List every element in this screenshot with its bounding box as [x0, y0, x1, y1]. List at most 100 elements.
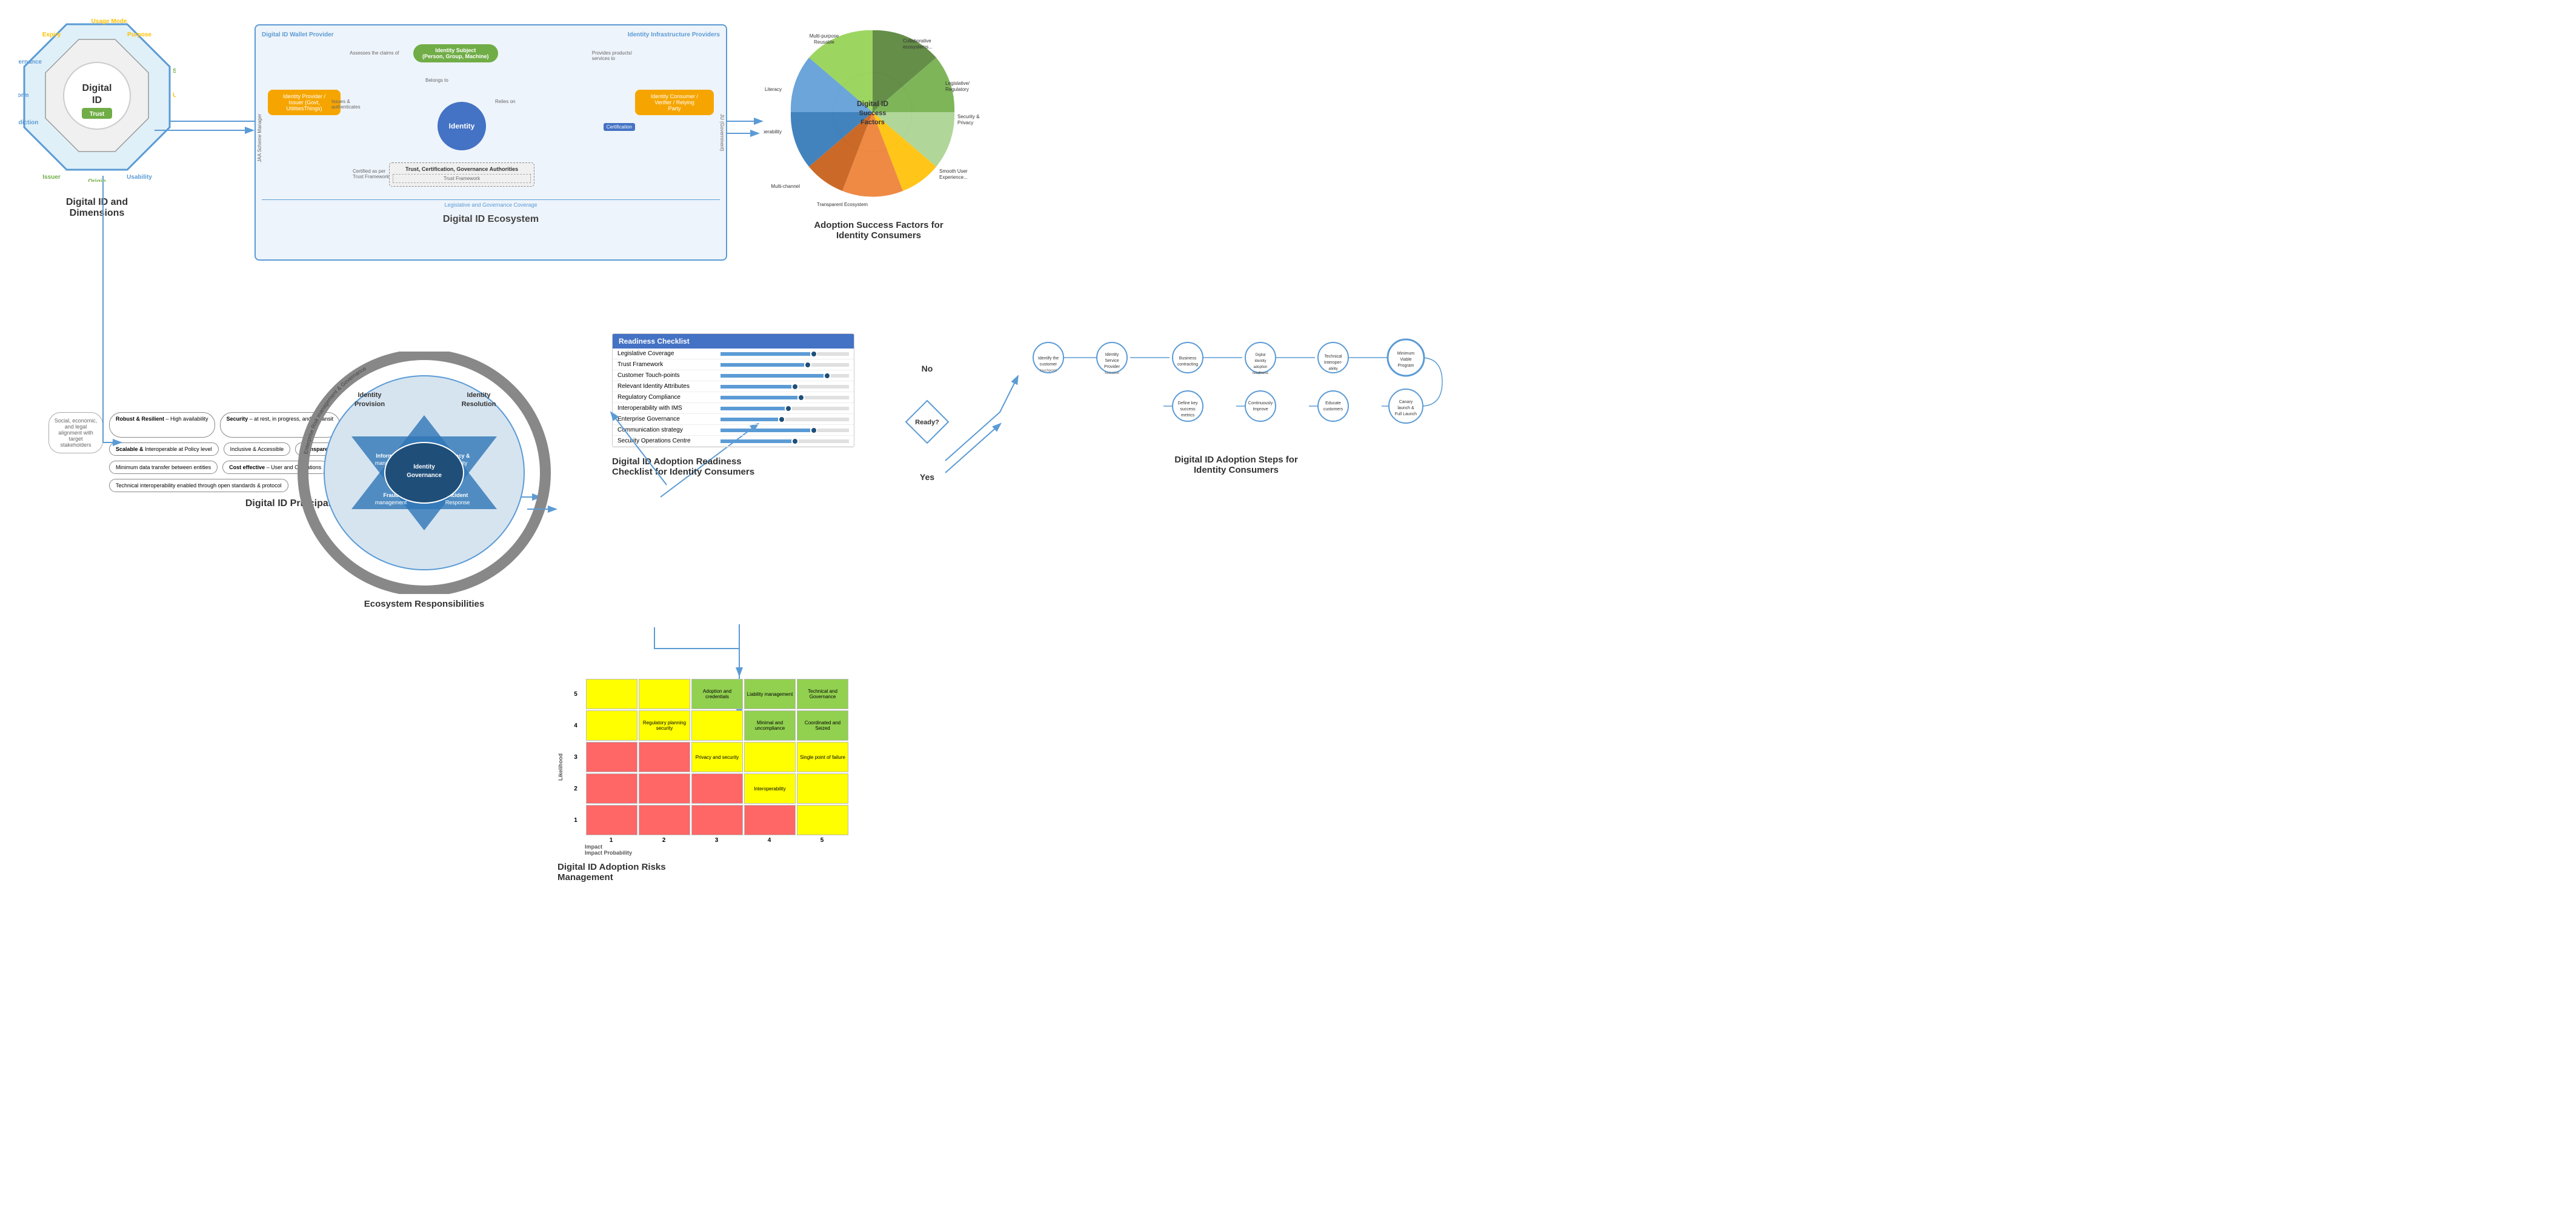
- svg-text:Trust: Trust: [90, 111, 105, 118]
- checklist-attributes: Relevant Identity Attributes: [613, 381, 854, 392]
- svg-text:Business: Business: [1179, 356, 1197, 361]
- cell-5-2: [639, 679, 690, 709]
- svg-text:Jurisdiction: Jurisdiction: [18, 119, 38, 126]
- readiness-section: Readiness Checklist Legislative Coverage…: [612, 333, 903, 477]
- trust-framework-label: Trust Framework: [393, 174, 531, 183]
- svg-text:Factors: Factors: [860, 119, 885, 126]
- probability-label: Impact Probability: [567, 850, 848, 856]
- yes-label: Yes: [920, 472, 934, 482]
- svg-text:Form: Form: [18, 92, 29, 99]
- svg-text:Service: Service: [1105, 359, 1119, 363]
- cell-3-3: Privacy and security: [691, 742, 743, 772]
- infra-provider-label: Identity Infrastructure Providers: [628, 32, 720, 38]
- checklist-governance: Enterprise Governance: [613, 414, 854, 425]
- svg-text:Response: Response: [445, 499, 470, 506]
- ecosystem-resp-section: Enterprise Risk management & Governance …: [297, 352, 551, 612]
- x4: 4: [743, 837, 796, 844]
- svg-text:success: success: [1180, 407, 1196, 412]
- svg-text:Multi-channel: Multi-channel: [771, 184, 800, 189]
- x5: 5: [796, 837, 848, 844]
- cell-4-1: [586, 710, 637, 741]
- svg-text:customer: customer: [1040, 362, 1057, 367]
- cell-1-2: [639, 805, 690, 835]
- cell-2-4: Interoperability: [744, 773, 796, 804]
- risk-matrix-section: Likelihood 5 Adoption and credentials Li…: [557, 679, 848, 883]
- svg-text:contracting: contracting: [1177, 362, 1198, 367]
- adoption-success-section: Digital ID Success Factors Collaborative…: [764, 12, 994, 241]
- y1: 1: [567, 805, 585, 835]
- certification-badge: Certification: [604, 123, 635, 131]
- svg-text:Improve: Improve: [1253, 407, 1268, 412]
- assesses-label: Assesses the claims of: [350, 50, 399, 56]
- no-label: No: [922, 364, 933, 373]
- checklist-compliance: Regulatory Compliance: [613, 392, 854, 403]
- ecosystem-title: Digital ID Ecosystem: [262, 214, 720, 225]
- svg-text:Digital ID: Digital ID: [857, 99, 888, 108]
- identity-consumer: Identity Consumer / Verifier / Relying P…: [635, 90, 714, 115]
- svg-text:readiness: readiness: [1253, 372, 1268, 375]
- cell-2-5: [797, 773, 848, 804]
- svg-text:Inter-operability: Inter-operability: [764, 129, 782, 135]
- adoption-success-title: Adoption Success Factors for Identity Co…: [764, 220, 994, 241]
- y5: 5: [567, 679, 585, 709]
- belongs-label: Belongs to: [425, 78, 448, 83]
- cell-4-4: Minimal and uncompliance: [744, 710, 796, 741]
- identity-center: Identity: [438, 102, 486, 150]
- diagram-container: Digital ID Trust Usage Mode Purpose Expi…: [0, 0, 2576, 1208]
- svg-text:Origin: Origin: [88, 178, 105, 182]
- svg-text:Ready?: Ready?: [915, 419, 939, 426]
- svg-text:Usage Mode: Usage Mode: [92, 18, 127, 25]
- octagon-wrapper: Digital ID Trust Usage Mode Purpose Expi…: [18, 18, 176, 194]
- svg-text:Usability: Usability: [173, 92, 176, 99]
- impact-label: Impact: [585, 844, 848, 850]
- cell-3-4: [744, 742, 796, 772]
- svg-text:Subject: Subject: [173, 68, 176, 75]
- risk-matrix-title: Digital ID Adoption Risks Management: [557, 862, 848, 883]
- y4: 4: [567, 710, 585, 741]
- svg-text:ID: ID: [92, 95, 102, 105]
- octagon-svg: Digital ID Trust Usage Mode Purpose Expi…: [18, 18, 176, 182]
- svg-text:Interoper-: Interoper-: [1324, 361, 1343, 365]
- svg-text:Identity: Identity: [467, 392, 491, 399]
- adoption-steps-section: Identify the customer touchpoint Identit…: [1018, 297, 1454, 475]
- x2: 2: [637, 837, 690, 844]
- cell-4-3: [691, 710, 743, 741]
- svg-text:Transparent Ecosystem: Transparent Ecosystem: [817, 202, 868, 207]
- svg-text:Governance: Governance: [407, 472, 442, 479]
- svg-text:Legislative/: Legislative/: [945, 81, 970, 86]
- y2: 2: [567, 773, 585, 804]
- svg-text:ability: ability: [1328, 367, 1337, 371]
- ecosystem-resp-title: Ecosystem Responsibilities: [297, 599, 551, 609]
- relies-label: Relies on: [495, 99, 515, 104]
- x3: 3: [690, 837, 743, 844]
- principal-scalable: Scalable & Interoperable at Policy level: [109, 442, 219, 456]
- svg-text:Identity: Identity: [1105, 353, 1119, 357]
- svg-text:Resolution: Resolution: [462, 401, 496, 408]
- principals-left-label: Social, economic, and legal alignment wi…: [48, 412, 103, 453]
- svg-text:Canary: Canary: [1399, 400, 1413, 404]
- svg-text:Full Launch: Full Launch: [1395, 412, 1417, 416]
- svg-text:customers: customers: [1323, 407, 1343, 412]
- svg-text:Define key: Define key: [1177, 401, 1198, 405]
- provides-label: Provides products/ services to: [592, 50, 632, 61]
- svg-text:Reusable: Reusable: [814, 39, 834, 45]
- checklist-communication: Communication strategy: [613, 425, 854, 436]
- checklist-touchpoints: Customer Touch-points: [613, 370, 854, 381]
- legislative-label: Legislative and Governance Coverage: [262, 199, 720, 208]
- success-pie-svg: Digital ID Success Factors Collaborative…: [764, 12, 982, 218]
- svg-text:Identity: Identity: [1254, 359, 1266, 363]
- svg-text:Identity: Identity: [413, 464, 435, 470]
- svg-text:Collaborative: Collaborative: [903, 38, 931, 44]
- cell-2-1: [586, 773, 637, 804]
- svg-text:Issuer: Issuer: [42, 174, 61, 181]
- svg-text:Selection: Selection: [1105, 372, 1120, 375]
- svg-text:management: management: [375, 499, 407, 506]
- svg-text:Provider: Provider: [1104, 365, 1120, 369]
- ju-label: JU (Government): [719, 114, 725, 151]
- svg-text:Security &: Security &: [957, 114, 980, 119]
- digital-id-subtitle: Digital ID and Dimensions: [12, 197, 182, 219]
- checklist-header: Readiness Checklist: [613, 334, 854, 349]
- cell-3-1: [586, 742, 637, 772]
- adoption-steps-title: Digital ID Adoption Steps for Identity C…: [1018, 455, 1454, 475]
- cell-2-3: [691, 773, 743, 804]
